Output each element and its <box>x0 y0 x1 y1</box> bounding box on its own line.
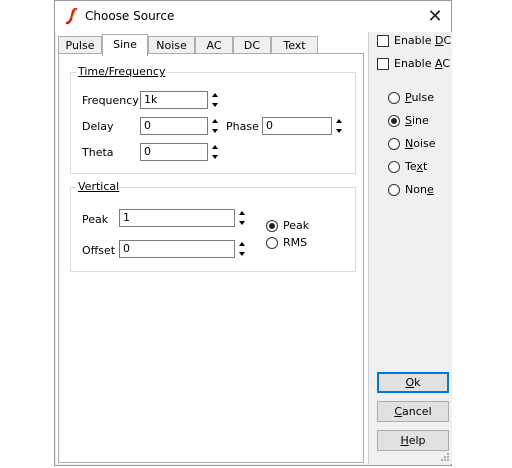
help-mnemonic: H <box>400 434 409 447</box>
vertical-title: Vertical <box>77 180 121 193</box>
help-label: elp <box>408 434 426 447</box>
vertical-group: Vertical Peak 1 Offset 0 Peak RMS <box>70 180 356 272</box>
cancel-label: ancel <box>402 405 432 418</box>
theta-spinner[interactable] <box>210 143 221 161</box>
resize-grip-icon[interactable] <box>440 452 450 462</box>
peak-label: Peak <box>82 213 109 226</box>
tab-label: DC <box>243 39 261 52</box>
text-type-text-end: t <box>422 160 428 173</box>
theta-label: Theta <box>82 146 114 159</box>
noise-type-text: oise <box>413 137 436 150</box>
text-type-text: Te <box>405 160 417 173</box>
offset-spinner[interactable] <box>237 240 248 258</box>
pulse-type-radio[interactable] <box>388 92 400 104</box>
spin-down-icon[interactable] <box>237 249 248 258</box>
rms-mode-radio[interactable] <box>266 237 278 249</box>
delay-spinner[interactable] <box>210 117 221 135</box>
app-logo-icon <box>65 8 78 25</box>
phase-input[interactable]: 0 <box>262 117 332 135</box>
sine-tab-panel: Time/Frequency Frequency 1k Delay 0 Phas… <box>58 53 364 463</box>
enable-dc-label: Enable DC <box>394 34 451 47</box>
enable-ac-checkbox[interactable] <box>377 58 389 70</box>
ok-label: k <box>414 376 421 389</box>
spin-up-icon[interactable] <box>210 117 221 126</box>
rms-mode-label: RMS <box>283 236 308 249</box>
peak-mode-radio[interactable] <box>266 220 278 232</box>
sine-type-radio[interactable] <box>388 115 400 127</box>
spin-down-icon[interactable] <box>237 218 248 227</box>
none-type-text: Non <box>405 183 427 196</box>
close-icon: ✕ <box>427 6 443 27</box>
frequency-input[interactable]: 1k <box>140 91 208 109</box>
noise-type-label: Noise <box>405 137 436 150</box>
phase-spinner[interactable] <box>334 117 345 135</box>
tab-pulse[interactable]: Pulse <box>58 36 102 54</box>
tab-dc[interactable]: DC <box>233 36 271 54</box>
tab-label: AC <box>206 39 222 52</box>
frequency-label: Frequency <box>82 94 139 107</box>
spin-down-icon[interactable] <box>210 100 221 109</box>
enable-ac-label: Enable AC <box>394 57 450 70</box>
enable-ac-text-end: C <box>442 57 450 70</box>
tab-label: Noise <box>156 39 187 52</box>
text-type-radio[interactable] <box>388 161 400 173</box>
ok-button[interactable]: Ok <box>377 372 449 393</box>
frequency-spinner[interactable] <box>210 91 221 109</box>
noise-type-radio[interactable] <box>388 138 400 150</box>
tab-ac[interactable]: AC <box>195 36 233 54</box>
sine-type-label: Sine <box>405 114 429 127</box>
ok-mnemonic: O <box>405 376 415 389</box>
close-button[interactable]: ✕ <box>419 1 451 32</box>
tab-text[interactable]: Text <box>271 36 318 54</box>
time-frequency-group: Time/Frequency Frequency 1k Delay 0 Phas… <box>70 65 356 174</box>
tab-label: Pulse <box>65 39 95 52</box>
sine-type-text: ine <box>411 114 429 127</box>
spin-up-icon[interactable] <box>334 117 345 126</box>
none-type-radio[interactable] <box>388 184 400 196</box>
peak-mode-label: Peak <box>283 219 310 232</box>
time-frequency-title: Time/Frequency <box>77 65 167 78</box>
sine-type-mnemonic: S <box>405 114 412 127</box>
spin-up-icon[interactable] <box>237 240 248 249</box>
spin-up-icon[interactable] <box>237 209 248 218</box>
tab-label: Sine <box>113 38 137 51</box>
enable-ac-text: Enable <box>394 57 435 70</box>
delay-label: Delay <box>82 120 114 133</box>
offset-input[interactable]: 0 <box>119 240 235 258</box>
phase-label: Phase <box>226 120 259 133</box>
theta-input[interactable]: 0 <box>140 143 208 161</box>
enable-dc-text-end: C <box>443 34 452 47</box>
choose-source-dialog: Choose Source ✕ Pulse Sine Noise AC DC T… <box>54 0 452 466</box>
spin-down-icon[interactable] <box>210 152 221 161</box>
cancel-mnemonic: C <box>394 405 403 418</box>
spin-down-icon[interactable] <box>334 126 345 135</box>
text-type-label: Text <box>405 160 427 173</box>
cancel-button[interactable]: Cancel <box>377 401 449 422</box>
left-pane: Pulse Sine Noise AC DC Text Time/Frequen… <box>56 32 368 464</box>
spin-up-icon[interactable] <box>210 143 221 152</box>
peak-input[interactable]: 1 <box>119 209 235 227</box>
offset-label: Offset <box>82 244 116 257</box>
pulse-type-label: Pulse <box>405 91 434 104</box>
enable-dc-text: Enable <box>394 34 435 47</box>
spin-up-icon[interactable] <box>210 91 221 100</box>
dialog-title: Choose Source <box>85 9 175 23</box>
title-bar[interactable]: Choose Source ✕ <box>55 1 451 32</box>
enable-dc-checkbox[interactable] <box>377 35 389 47</box>
right-pane: Enable DC Enable AC Pulse Sine Noise Tex… <box>368 32 452 464</box>
noise-type-mnemonic: N <box>405 137 414 150</box>
none-type-label: None <box>405 183 434 196</box>
delay-input[interactable]: 0 <box>140 117 208 135</box>
peak-spinner[interactable] <box>237 209 248 227</box>
none-type-mnemonic: e <box>426 183 434 196</box>
tab-sine[interactable]: Sine <box>102 34 148 56</box>
help-button[interactable]: Help <box>377 430 449 451</box>
tab-noise[interactable]: Noise <box>148 36 195 54</box>
tab-label: Text <box>283 39 306 52</box>
pulse-type-text: ulse <box>411 91 434 104</box>
spin-down-icon[interactable] <box>210 126 221 135</box>
